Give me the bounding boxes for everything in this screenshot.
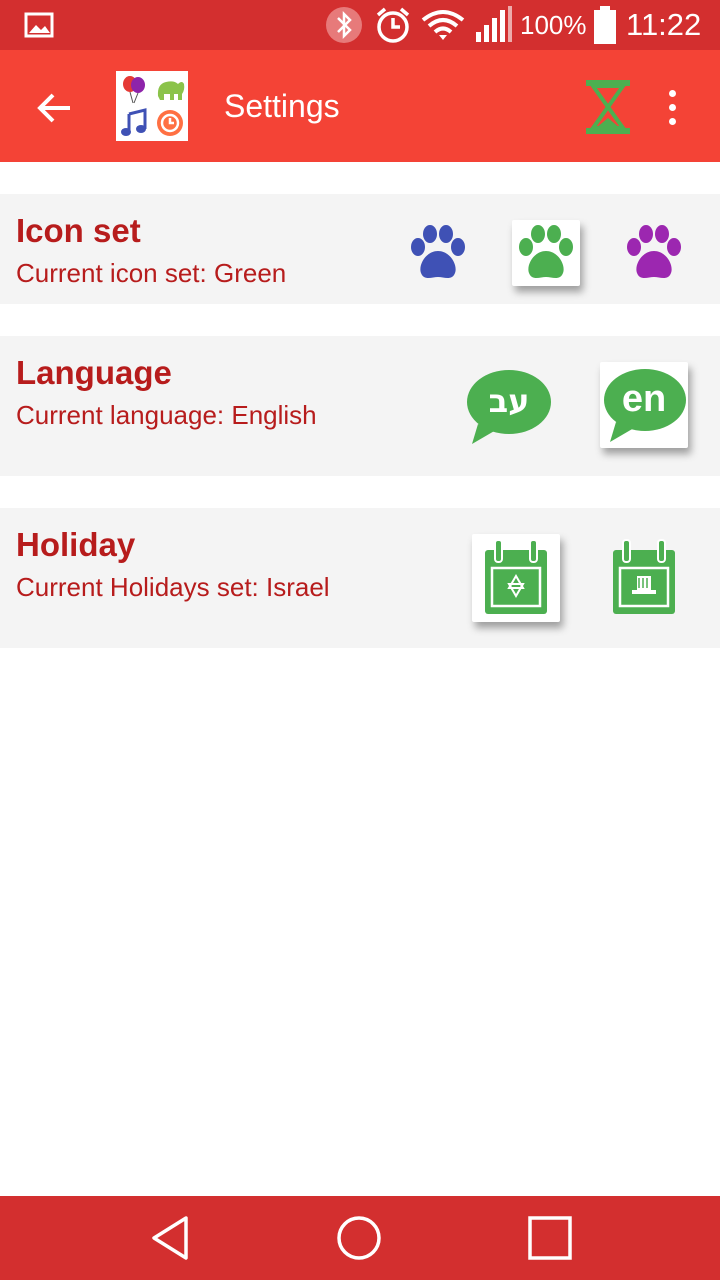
- setting-language: Language Current language: English עב en: [0, 336, 720, 476]
- navigation-bar: [0, 1196, 720, 1280]
- app-bar: Settings: [0, 50, 720, 162]
- clock: 11:22: [626, 7, 702, 42]
- english-bubble-icon[interactable]: en: [600, 362, 688, 448]
- battery-percent: 100%: [520, 9, 587, 40]
- back-arrow-icon[interactable]: [32, 86, 76, 130]
- green-paw-icon[interactable]: [512, 220, 580, 286]
- blue-paw-icon[interactable]: [404, 222, 472, 284]
- nav-recents-icon[interactable]: [522, 1210, 578, 1266]
- nav-back-icon[interactable]: [142, 1210, 198, 1266]
- hebrew-bubble-label: עב: [488, 382, 530, 420]
- setting-subtitle: Current Holidays set: Israel: [16, 572, 330, 602]
- setting-title: Holiday: [16, 526, 136, 563]
- balloons-icon: [118, 73, 151, 105]
- page-title: Settings: [224, 88, 340, 124]
- setting-icon-set: Icon set Current icon set: Green: [0, 194, 720, 304]
- english-bubble-label: en: [621, 377, 667, 420]
- nav-home-icon[interactable]: [331, 1210, 387, 1266]
- setting-title: Icon set: [16, 212, 141, 249]
- bluetooth-icon: [325, 0, 363, 50]
- signal-icon: [474, 0, 514, 50]
- wifi-icon: [421, 0, 465, 50]
- status-bar: 100% 11:22: [0, 0, 720, 50]
- setting-subtitle: Current language: English: [16, 400, 317, 430]
- app-logo-icon: [116, 71, 188, 141]
- hebrew-bubble-icon[interactable]: עב: [464, 366, 554, 448]
- clock-logo-icon: [153, 107, 186, 139]
- battery-icon: [593, 0, 617, 50]
- hourglass-icon[interactable]: [583, 78, 633, 136]
- gallery-icon: [24, 0, 54, 50]
- music-note-icon: [118, 107, 151, 139]
- setting-title: Language: [16, 354, 172, 391]
- elephant-icon: [153, 73, 186, 105]
- purple-paw-icon[interactable]: [620, 222, 688, 284]
- setting-subtitle: Current icon set: Green: [16, 258, 287, 288]
- israel-calendar-icon[interactable]: [472, 534, 560, 622]
- setting-holiday: Holiday Current Holidays set: Israel: [0, 508, 720, 648]
- more-vert-icon[interactable]: [656, 84, 688, 130]
- usa-calendar-icon[interactable]: [602, 536, 686, 620]
- alarm-icon: [374, 0, 412, 50]
